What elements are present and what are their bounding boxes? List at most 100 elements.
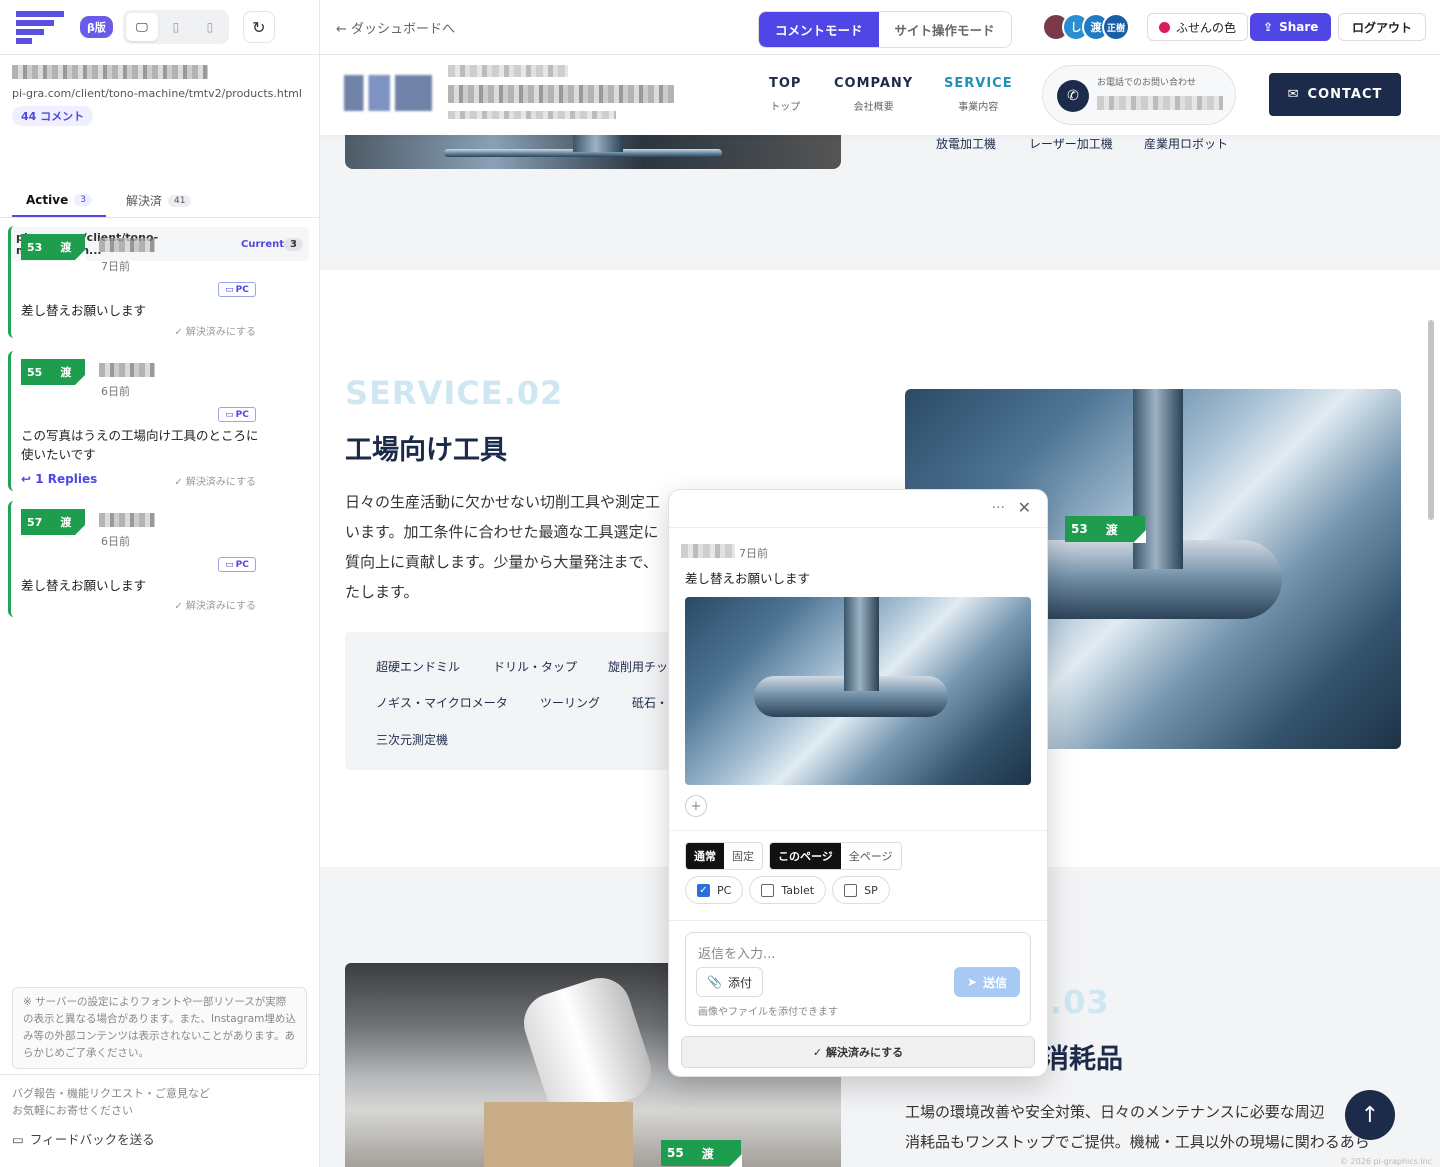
comment-card[interactable]: 57 渡 6日前 ▭ PC 差し替えお願いします ✓ 解決済みにする	[8, 501, 270, 617]
resolve-button[interactable]: ✓ 解決済みにする	[681, 1036, 1035, 1068]
comment-pin: 57 渡	[21, 509, 86, 536]
sidebar-toolbar: β版 🖵 ▯ ▯ ↻	[0, 0, 319, 55]
more-options-icon[interactable]: ···	[992, 500, 1005, 516]
page-url: pi-gra.com/client/tono-machine/tmtv2/pro…	[12, 87, 302, 100]
comment-card[interactable]: 55 渡 6日前 ▭ PC この写真はうえの工場向け工具のところに使いたいです ↩ …	[8, 351, 270, 491]
checkbox-icon	[761, 883, 775, 897]
resolve-link[interactable]: ✓ 解決済みにする	[174, 597, 256, 612]
refresh-button[interactable]: ↻	[242, 11, 275, 43]
service01-section: 放電加工機 レーザー加工機 産業用ロボット	[320, 135, 1440, 270]
site-logo[interactable]	[344, 69, 432, 117]
contact-button[interactable]: ✉ CONTACT	[1269, 73, 1401, 116]
this-page-option[interactable]: このページ	[770, 843, 841, 869]
sticky-color-label: ふせんの色	[1176, 20, 1237, 35]
author-name-redacted	[99, 238, 155, 252]
device-badge: ▭ PC	[218, 282, 256, 297]
sp-checkbox[interactable]: SP	[832, 876, 890, 904]
reply-input[interactable]: 返信を入力...	[698, 943, 775, 962]
tool-item: ドリル・タップ	[493, 660, 578, 674]
pc-checkbox[interactable]: ✓ PC	[685, 876, 744, 904]
pin-number: 53	[27, 240, 43, 254]
device-label: PC	[235, 284, 249, 295]
comment-count-badge: 44 コメント	[12, 106, 94, 126]
resolve-link[interactable]: ✓ 解決済みにする	[174, 473, 256, 488]
tool-item: 砥石・	[632, 696, 669, 710]
checkbox-label: Tablet	[781, 883, 815, 897]
sub-link[interactable]: 産業用ロボット	[1144, 135, 1228, 152]
section-tag: SERVICE.02	[345, 374, 564, 412]
fixed-option[interactable]: 固定	[724, 843, 762, 869]
pin-status: 渡	[60, 241, 72, 254]
comment-time: 6日前	[101, 385, 130, 398]
share-button[interactable]: ⇪ Share	[1250, 13, 1332, 41]
feedback-button[interactable]: ▭ フィードバックを送る	[12, 1131, 308, 1148]
nav-top[interactable]: TOP トップ	[769, 76, 801, 113]
server-notice: ※ サーバーの設定によりフォントや一部リソースが実際の表示と異なる場合があります…	[12, 987, 307, 1069]
nav-ja: 会社概要	[853, 102, 894, 113]
phone-icon: ▯	[206, 20, 214, 34]
attached-image[interactable]	[685, 597, 1031, 785]
tablet-checkbox[interactable]: Tablet	[749, 876, 827, 904]
site-mode-button[interactable]: サイト操作モード	[878, 12, 1011, 47]
back-to-dashboard-link[interactable]: ← ダッシュボードへ	[336, 18, 455, 37]
sticky-color-button[interactable]: ふせんの色	[1147, 13, 1249, 41]
comment-mode-button[interactable]: コメントモード	[759, 12, 879, 47]
section-title: 工場向け工具	[345, 435, 507, 466]
tab-label: 解決済	[125, 194, 162, 208]
nav-service[interactable]: SERVICE 事業内容	[944, 76, 1013, 113]
nav-company[interactable]: COMPANY 会社概要	[834, 76, 913, 113]
checkbox-icon	[844, 883, 858, 897]
desktop-view-button[interactable]: 🖵	[125, 13, 158, 41]
attach-hint: 画像やファイルを添付できます	[698, 1007, 838, 1018]
attach-button[interactable]: 📎 添付	[696, 967, 763, 997]
section-body: 日々の生産活動に欠かせない切削工具や測定工 います。加工条件に合わせた最適な工具…	[345, 487, 685, 607]
divider	[669, 830, 1047, 831]
sub-link[interactable]: 放電加工機	[936, 135, 996, 152]
logout-button[interactable]: ログアウト	[1338, 13, 1427, 41]
tab-active[interactable]: Active 3	[12, 193, 106, 217]
comment-pin-55[interactable]: 55 渡	[661, 1140, 742, 1167]
contact-label: CONTACT	[1307, 87, 1383, 102]
divider	[669, 920, 1047, 921]
resolve-link[interactable]: ✓ 解決済みにする	[174, 323, 256, 338]
avatar[interactable]: 正樹	[1102, 13, 1130, 41]
mode-switch: コメントモード サイト操作モード	[758, 11, 1012, 48]
checkbox-label: PC	[717, 883, 732, 897]
tab-resolved[interactable]: 解決済 41	[112, 192, 205, 217]
comment-time: 7日前	[101, 260, 130, 273]
pin-number: 57	[27, 515, 43, 529]
monitor-icon: ▭	[225, 284, 234, 295]
pin-number: 53	[1071, 522, 1088, 536]
comment-popup: ··· ✕ 7日前 差し替えお願いします + 通常 固定 このページ 全ページ …	[668, 489, 1048, 1077]
close-icon[interactable]: ✕	[1018, 498, 1031, 517]
paperclip-icon: 📎	[707, 975, 722, 989]
replies-link[interactable]: ↩ 1 Replies	[21, 472, 97, 486]
scrollbar[interactable]	[1428, 320, 1434, 520]
tablet-view-button[interactable]: ▯	[160, 13, 192, 41]
pin-mode-toggle: 通常 固定	[685, 842, 763, 870]
chat-icon: ▭	[12, 1132, 24, 1147]
sub-link[interactable]: レーザー加工機	[1029, 135, 1113, 152]
scroll-to-top-button[interactable]: ↑	[1345, 1090, 1395, 1140]
refresh-icon: ↻	[252, 17, 266, 37]
add-reaction-button[interactable]: +	[685, 795, 707, 817]
comment-card[interactable]: 53 渡 7日前 ▭ PC 差し替えお願いします ✓ 解決済みにする	[8, 226, 270, 338]
author-name-redacted	[681, 544, 735, 558]
comment-pin-53[interactable]: 53 渡	[1065, 516, 1146, 543]
device-label: PC	[235, 409, 249, 420]
machine-photo	[345, 135, 841, 169]
phone-icon: ✆	[1057, 80, 1089, 112]
normal-option[interactable]: 通常	[686, 843, 724, 869]
monitor-icon: ▭	[225, 559, 234, 570]
copyright: © 2026 pi-graphics.inc	[1340, 1157, 1433, 1166]
body-line: 質向上に貢献します。少量から大量発注まで、	[345, 553, 658, 571]
phone-contact[interactable]: ✆ お電話でのお問い合わせ	[1042, 65, 1236, 125]
all-pages-option[interactable]: 全ページ	[841, 843, 901, 869]
nav-ja: 事業内容	[958, 102, 999, 113]
send-button[interactable]: ➤ 送信	[954, 967, 1020, 997]
page-group-count: 3	[284, 237, 303, 251]
mobile-view-button[interactable]: ▯	[194, 13, 226, 41]
app-logo[interactable]	[16, 11, 64, 44]
nav-ja: トップ	[770, 102, 801, 113]
send-label: 送信	[983, 975, 1008, 990]
